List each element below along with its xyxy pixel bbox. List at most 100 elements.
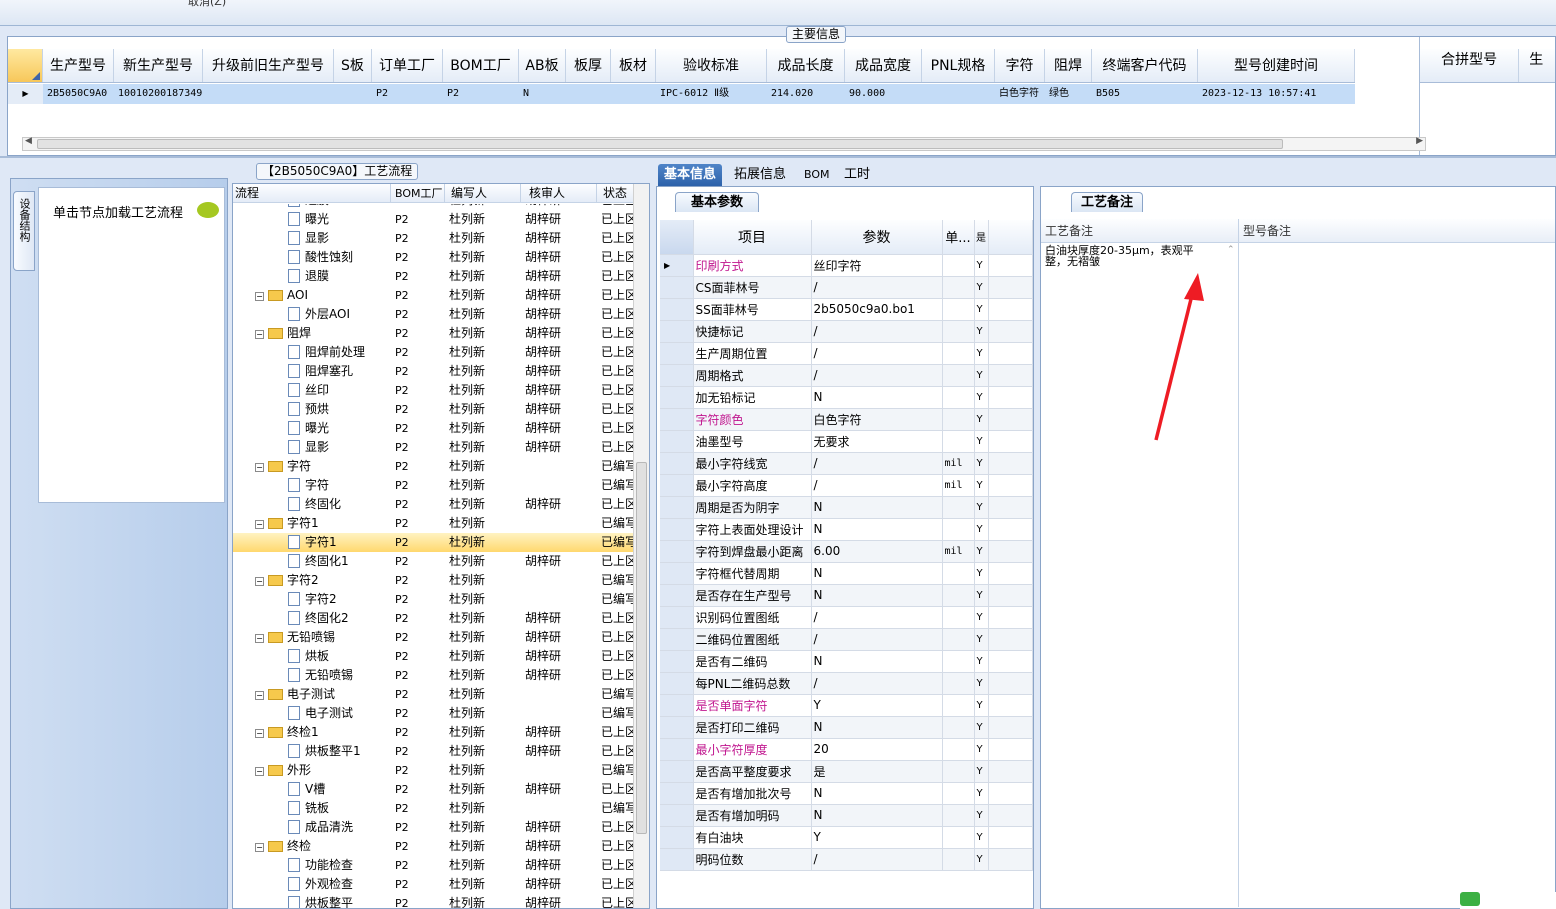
cancel-button[interactable]: 取消(Z) xyxy=(188,0,226,9)
tree-row[interactable]: − 字符1 P2 杜列新 已编写 xyxy=(233,514,633,533)
tree-row[interactable]: 曝光 P2 杜列新 胡梓研 已上区 xyxy=(233,210,633,229)
tree-row[interactable]: − 外形 P2 杜列新 已编写 xyxy=(233,761,633,780)
tree-row[interactable]: 酸性蚀刻 P2 杜列新 胡梓研 已上区 xyxy=(233,248,633,267)
param-row[interactable]: 是否高平整度要求是 Y xyxy=(660,760,1033,783)
param-value[interactable]: N xyxy=(811,716,943,739)
param-row[interactable]: 最小字符高度 / mil Y xyxy=(660,474,1033,497)
param-value[interactable]: 丝印字符 xyxy=(811,254,943,277)
tree-row[interactable]: 丝印 P2 杜列新 胡梓研 已上区 xyxy=(233,381,633,400)
param-row[interactable]: ▶ 印刷方式 丝印字符 Y xyxy=(660,254,1033,277)
tree-row[interactable]: 字符 P2 杜列新 已编写 xyxy=(233,476,633,495)
tree-node[interactable]: − 字符1 xyxy=(233,514,391,533)
main-col-header[interactable]: 板厚 xyxy=(566,49,611,82)
tree-node[interactable]: 字符2 xyxy=(233,590,391,609)
param-value[interactable]: Y xyxy=(811,826,943,849)
tree-row[interactable]: 终固化 P2 杜列新 胡梓研 已上区 xyxy=(233,495,633,514)
tree-row[interactable]: 显影 P2 杜列新 胡梓研 已上区 xyxy=(233,438,633,457)
tree-node[interactable]: 成品清洗 xyxy=(233,818,391,837)
tree-node[interactable]: 显影 xyxy=(233,438,391,457)
tree-row[interactable]: 字符1 P2 杜列新 已编写 xyxy=(233,533,633,552)
param-value[interactable]: N xyxy=(811,782,943,805)
tree-node[interactable]: 曝光 xyxy=(233,210,391,229)
tree-node[interactable]: 阻焊塞孔 xyxy=(233,362,391,381)
main-cell[interactable]: 90.000 xyxy=(845,84,922,104)
tree-node[interactable]: 终固化2 xyxy=(233,609,391,628)
param-row[interactable]: 是否有增加明码 N Y xyxy=(660,804,1033,827)
main-cell[interactable]: P2 xyxy=(443,84,519,104)
tree-node[interactable]: − 字符2 xyxy=(233,571,391,590)
tree-row[interactable]: − 字符2 P2 杜列新 已编写 xyxy=(233,571,633,590)
param-value[interactable]: N xyxy=(811,584,943,607)
collapse-icon[interactable]: − xyxy=(255,729,264,738)
param-row[interactable]: 字符到焊盘最小距离 6.00 mil Y xyxy=(660,540,1033,563)
tree-row[interactable]: − 阻焊 P2 杜列新 胡梓研 已上区 xyxy=(233,324,633,343)
tree-row[interactable]: 烘板整平1 P2 杜列新 胡梓研 已上区 xyxy=(233,742,633,761)
tree-node[interactable]: 烘板整平 xyxy=(233,894,391,908)
param-row[interactable]: 周期格式 / Y xyxy=(660,364,1033,387)
main-col-header[interactable]: 升级前旧生产型号 xyxy=(203,49,334,82)
tree-row[interactable]: − 字符 P2 杜列新 已编写 xyxy=(233,457,633,476)
param-row[interactable]: 每PNL二维码总数 / Y xyxy=(660,672,1033,695)
param-value[interactable]: / xyxy=(811,628,943,651)
param-row[interactable]: SS面菲林号 2b5050c9a0.bo1 Y xyxy=(660,298,1033,321)
param-value[interactable]: / xyxy=(811,342,943,365)
tree-node[interactable]: 外层AOI xyxy=(233,305,391,324)
tree-row[interactable]: 烘板整平 P2 杜列新 胡梓研 已上区 xyxy=(233,894,633,908)
scroll-right-icon[interactable]: ▶ xyxy=(1416,136,1423,146)
main-cell[interactable] xyxy=(922,84,995,104)
param-value[interactable]: N xyxy=(811,518,943,541)
collapse-icon[interactable]: − xyxy=(255,577,264,586)
tree-row[interactable]: 阻焊前处理 P2 杜列新 胡梓研 已上区 xyxy=(233,343,633,362)
param-value[interactable]: 20 xyxy=(811,738,943,761)
tree-scroll-thumb[interactable] xyxy=(636,462,647,834)
param-row[interactable]: 是否打印二维码 N Y xyxy=(660,716,1033,739)
param-row[interactable]: 有白油块 Y Y xyxy=(660,826,1033,849)
tree-node[interactable]: 电子测试 xyxy=(233,704,391,723)
collapse-icon[interactable]: − xyxy=(255,520,264,529)
tree-row[interactable]: 阻焊塞孔 P2 杜列新 胡梓研 已上区 xyxy=(233,362,633,381)
tree-row[interactable]: 终固化1 P2 杜列新 胡梓研 已上区 xyxy=(233,552,633,571)
tree-node[interactable]: − 无铅喷锡 xyxy=(233,628,391,647)
tree-node[interactable]: − 终检1 xyxy=(233,723,391,742)
horizontal-scrollbar[interactable]: ◀ ▶ xyxy=(22,136,1426,151)
main-cell[interactable] xyxy=(334,84,372,104)
tree-row[interactable]: 曝光 P2 杜列新 胡梓研 已上区 xyxy=(233,419,633,438)
tree-node[interactable]: − 终检 xyxy=(233,837,391,856)
param-row[interactable]: 字符颜色 白色字符 Y xyxy=(660,408,1033,431)
tab-work-hours[interactable]: 工时 xyxy=(838,164,876,186)
tree-node[interactable]: − AOI xyxy=(233,286,391,305)
tree-row[interactable]: 电子测试 P2 杜列新 已编写 xyxy=(233,704,633,723)
main-cell[interactable]: IPC-6012 Ⅱ级 xyxy=(656,84,767,104)
param-row[interactable]: CS面菲林号 / Y xyxy=(660,276,1033,299)
tab-extended-info[interactable]: 拓展信息 xyxy=(728,164,792,186)
param-value[interactable]: 6.00 xyxy=(811,540,943,563)
param-row[interactable]: 是否单面字符 Y Y xyxy=(660,694,1033,717)
main-col-header[interactable]: 成品宽度 xyxy=(845,49,922,82)
tree-node[interactable]: 烘板 xyxy=(233,647,391,666)
main-col-header[interactable]: 字符 xyxy=(995,49,1045,82)
param-value[interactable]: N xyxy=(811,650,943,673)
main-info-row[interactable]: ▶ 2B5050C9A0 10010200187349 P2 P2 N IPC-6012 … xyxy=(8,84,1355,104)
tree-row[interactable]: V槽 P2 杜列新 胡梓研 已上区 xyxy=(233,780,633,799)
param-row[interactable]: 是否有二维码 N Y xyxy=(660,650,1033,673)
remarks-title[interactable]: 工艺备注 xyxy=(1071,192,1143,212)
main-col-header[interactable]: S板 xyxy=(334,49,372,82)
tree-node[interactable]: V槽 xyxy=(233,780,391,799)
tree-row[interactable]: 烘板 P2 杜列新 胡梓研 已上区 xyxy=(233,647,633,666)
tree-row[interactable]: − 终检1 P2 杜列新 胡梓研 已上区 xyxy=(233,723,633,742)
tree-row[interactable]: 预烘 P2 杜列新 胡梓研 已上区 xyxy=(233,400,633,419)
tree-node[interactable]: 显影 xyxy=(233,229,391,248)
collapse-icon[interactable]: − xyxy=(255,843,264,852)
param-value[interactable]: N xyxy=(811,496,943,519)
param-row[interactable]: 周期是否为阴字 N Y xyxy=(660,496,1033,519)
param-row[interactable]: 加无铅标记 N Y xyxy=(660,386,1033,409)
param-value[interactable]: / xyxy=(811,364,943,387)
tree-node[interactable]: 终固化1 xyxy=(233,552,391,571)
param-value[interactable]: N xyxy=(811,562,943,585)
param-value[interactable]: / xyxy=(811,452,943,475)
main-col-header[interactable]: 验收标准 xyxy=(656,49,767,82)
collapse-icon[interactable]: − xyxy=(255,330,264,339)
tree-row[interactable]: 退膜 P2 杜列新 胡梓研 已上区 xyxy=(233,267,633,286)
main-cell[interactable] xyxy=(611,84,656,104)
tree-node[interactable]: 外观检查 xyxy=(233,875,391,894)
